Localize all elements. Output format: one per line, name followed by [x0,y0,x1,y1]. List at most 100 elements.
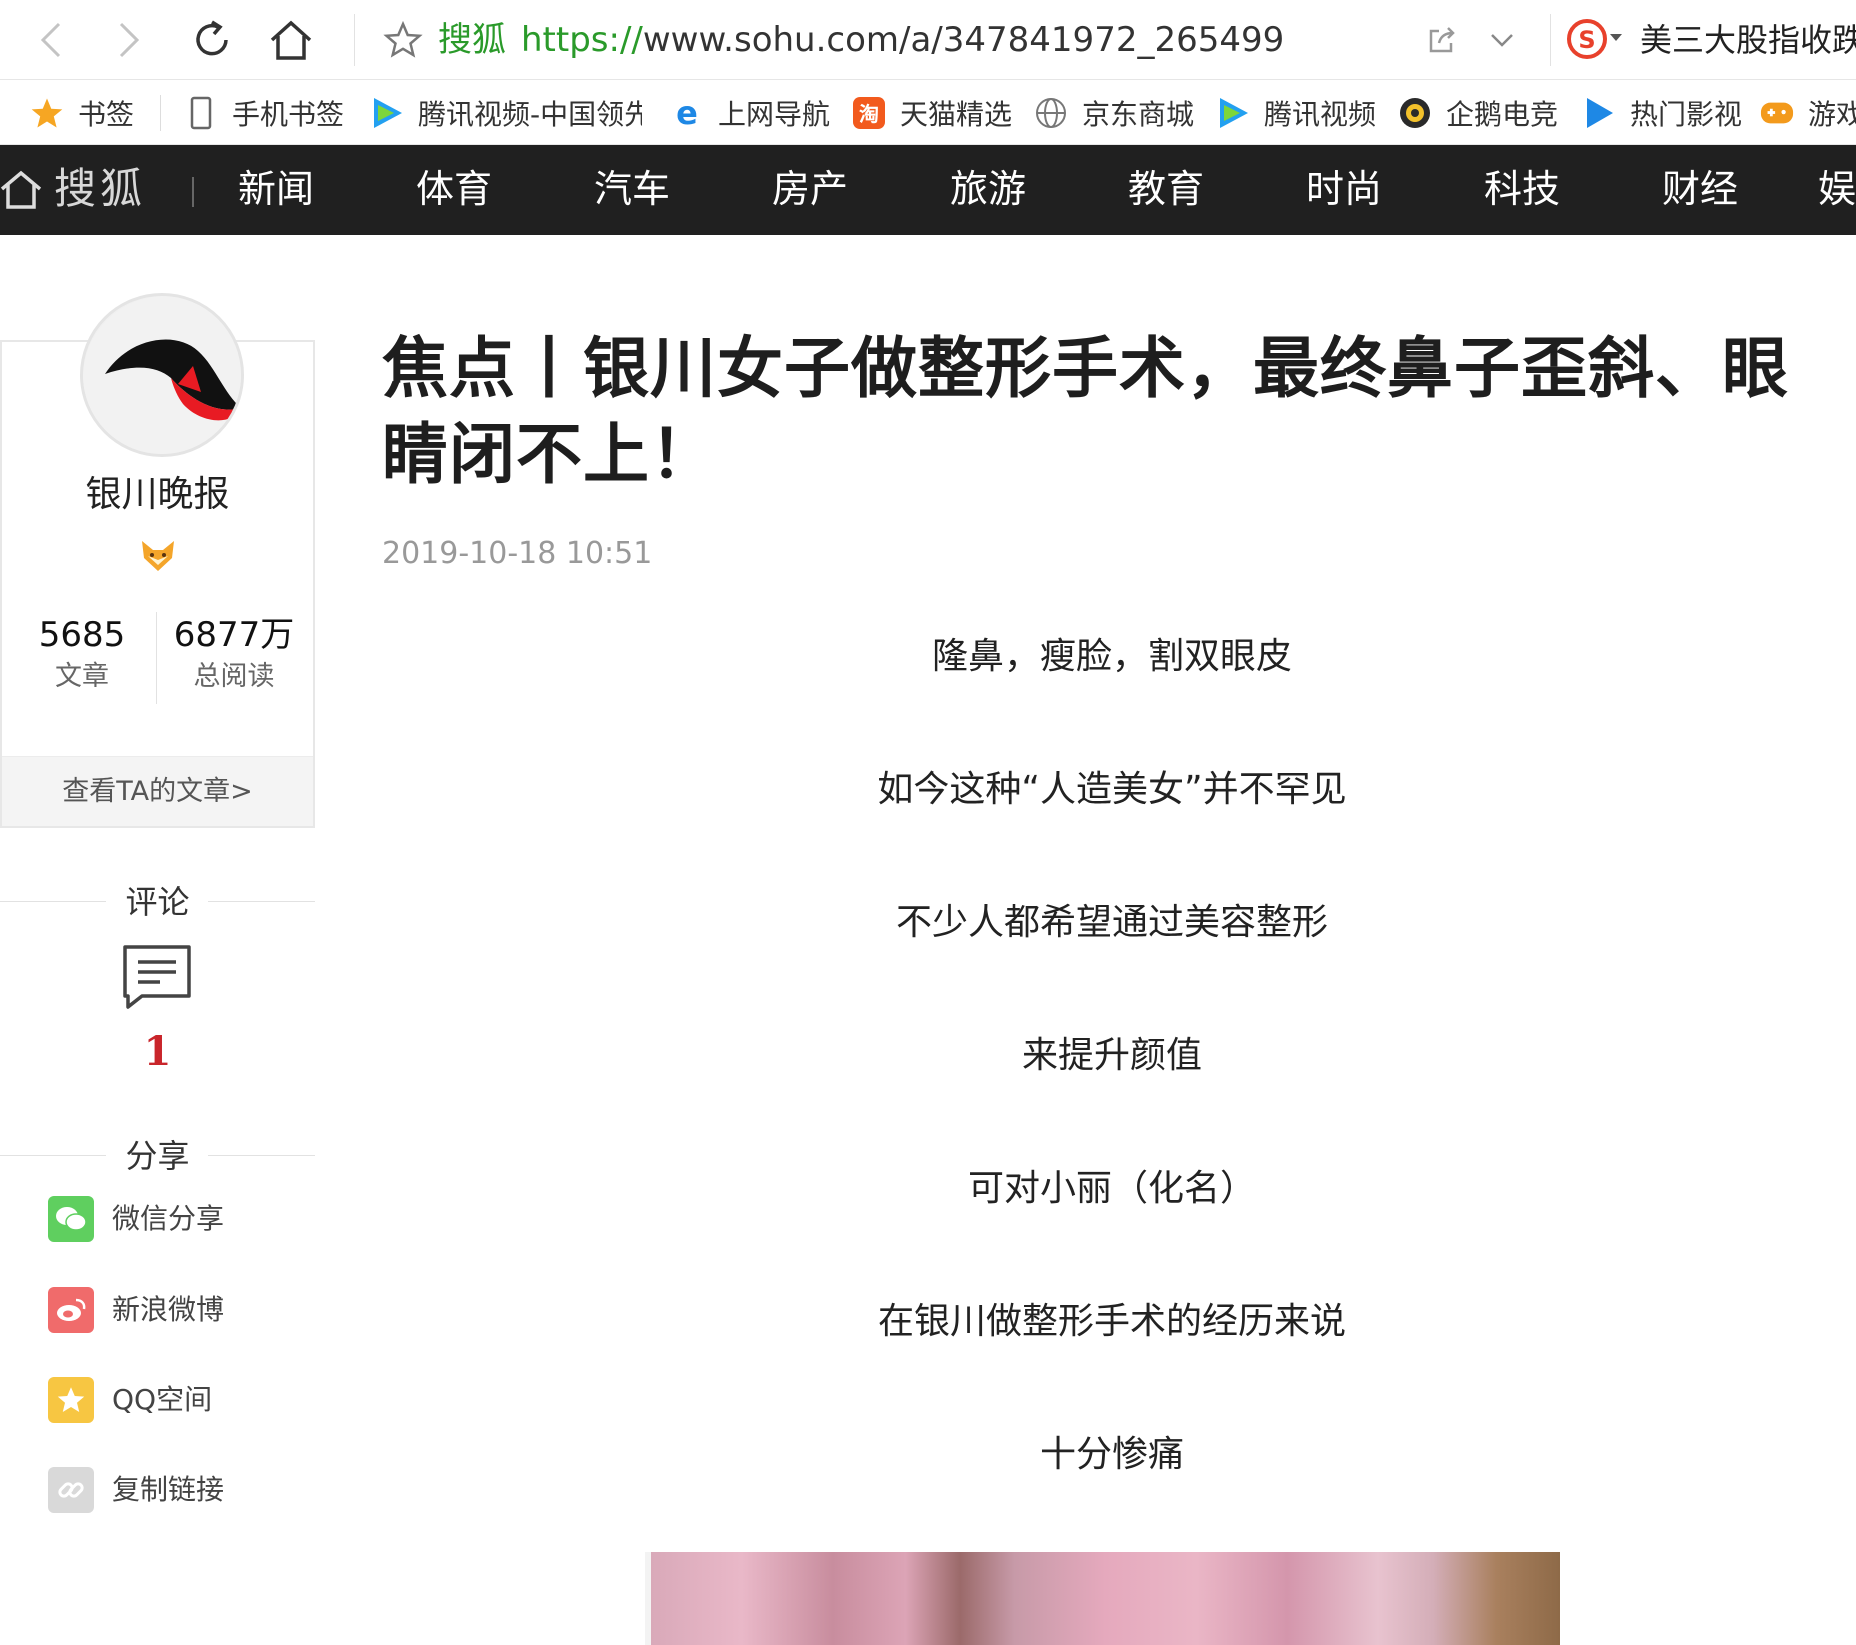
comment-count[interactable]: 1 [0,1024,315,1080]
share-section-header: 分享 [0,1131,315,1181]
nav-item-auto[interactable]: 汽车 [572,159,692,219]
url-protocol: https:// [521,20,643,60]
share-weibo-button[interactable]: 新浪微博 [48,1287,224,1333]
weibo-icon [48,1287,94,1333]
article-paragraph: 来提升颜值 [1021,1035,1202,1076]
article-paragraph: 隆鼻，瘦脸，割双眼皮 [931,636,1292,677]
wechat-icon [48,1196,94,1242]
bookmark-item[interactable]: e 上网导航 [670,81,831,144]
comments-section-header: 评论 [0,877,315,927]
share-label: 微信分享 [112,1202,225,1235]
forward-icon[interactable] [102,12,158,68]
bookmark-item[interactable]: 书签 [30,81,135,144]
svg-text:S: S [1578,26,1595,54]
sogou-search-icon[interactable]: S [1566,18,1608,60]
share-page-icon[interactable] [1414,12,1470,68]
article-paragraph: 不少人都希望通过美容整形 [895,902,1328,943]
penguin-esports-icon [1398,96,1432,130]
home-icon[interactable] [0,167,46,213]
bookmark-item[interactable]: 企鹅电竞 [1398,81,1559,144]
bookmark-label: 天猫精选 [900,98,1013,131]
bookmark-item[interactable]: 腾讯视频-中国领先 [370,81,642,144]
nav-item-entertainment[interactable]: 娱 [1818,159,1856,219]
comment-icon[interactable] [122,944,192,1010]
hot-search-text[interactable]: 美三大股指收跌 [1640,18,1856,62]
phone-icon [184,96,218,130]
articles-label: 文章 [55,661,109,692]
bookmark-label: 腾讯视频 [1264,98,1377,131]
reads-count: 6877万 [173,615,295,655]
article-paragraph: 在银川做整形手术的经历来说 [877,1301,1346,1342]
svg-text:淘: 淘 [859,102,879,126]
nav-item-tech[interactable]: 科技 [1462,159,1582,219]
author-name[interactable]: 银川晚报 [0,470,315,520]
link-icon [48,1467,94,1513]
bookmark-item[interactable]: 腾讯视频 [1216,81,1377,144]
bookmark-item[interactable]: 手机书签 [184,81,345,144]
nav-item-news[interactable]: 新闻 [216,159,336,219]
address-separator [1550,14,1551,66]
comments-title: 评论 [125,883,190,921]
nav-item-sports[interactable]: 体育 [394,159,514,219]
globe-icon [1034,96,1068,130]
share-wechat-button[interactable]: 微信分享 [48,1196,224,1242]
bookmark-label: 京东商城 [1082,98,1195,131]
url-field[interactable]: https://www.sohu.com/a/347841972_265499 [521,18,1284,62]
sohu-logo[interactable]: 搜狐 [54,159,146,219]
articles-stat: 5685 文章 [4,612,160,696]
tencent-video-icon [370,96,404,130]
share-label: QQ空间 [112,1383,213,1416]
taobao-icon: 淘 [852,96,886,130]
article-paragraph: 如今这种“人造美女”并不罕见 [877,769,1347,810]
nav-item-travel[interactable]: 旅游 [928,159,1048,219]
play-icon [1582,96,1616,130]
fox-badge-icon [142,541,174,571]
nav-item-fashion[interactable]: 时尚 [1284,159,1404,219]
share-title: 分享 [125,1137,190,1175]
reads-label: 总阅读 [193,661,275,692]
articles-count: 5685 [38,615,126,655]
tencent-video-icon [1216,96,1250,130]
bookmark-label: 企鹅电竞 [1446,98,1559,131]
copy-link-button[interactable]: 复制链接 [48,1467,224,1513]
reads-stat: 6877万 总阅读 [156,612,312,696]
nav-item-house[interactable]: 房产 [750,159,870,219]
site-name: 搜狐 [438,20,506,60]
svg-text:e: e [676,96,698,130]
refresh-icon[interactable] [184,12,240,68]
bookmark-label: 上网导航 [718,98,831,131]
home-icon[interactable] [263,12,319,68]
bookmark-label: 游戏 [1808,98,1856,131]
back-icon[interactable] [22,12,78,68]
address-separator [354,14,355,66]
bookmarks-separator [160,95,161,131]
bookmark-item[interactable]: 游戏 [1760,81,1856,144]
chevron-down-icon[interactable] [1474,12,1530,68]
bookmark-star-icon[interactable] [375,12,431,68]
bookmark-label: 热门影视 [1630,98,1743,131]
article-date: 2019-10-18 10:51 [382,536,653,571]
nav-separator [192,177,194,207]
bookmark-item[interactable]: 京东商城 [1034,81,1195,144]
search-engine-dropdown-icon[interactable] [1610,34,1622,41]
view-author-articles-link[interactable]: 查看TA的文章> [2,756,313,826]
share-qzone-button[interactable]: QQ空间 [48,1377,212,1423]
star-icon [30,96,64,130]
article-paragraph: 十分惨痛 [1039,1434,1184,1475]
nav-item-education[interactable]: 教育 [1106,159,1226,219]
url-path: www.sohu.com/a/347841972_265499 [642,20,1285,60]
bookmark-item[interactable]: 淘 天猫精选 [852,81,1013,144]
article-image [645,1552,1560,1645]
blurred-photo [651,1552,1560,1645]
address-bar: 搜狐 https://www.sohu.com/a/347841972_2654… [0,0,1856,80]
bookmark-label: 腾讯视频-中国领先 [418,98,642,131]
avatar[interactable] [80,293,244,457]
qzone-icon [48,1377,94,1423]
nav-item-finance[interactable]: 财经 [1640,159,1760,219]
bookmarks-bar: 书签 手机书签 腾讯视频-中国领先 e 上网导航 淘 天猫精选 京东商城 腾讯视… [0,81,1856,145]
bookmark-item[interactable]: 热门影视 [1582,81,1743,144]
share-label: 新浪微博 [112,1293,225,1326]
bookmark-label: 手机书签 [232,98,345,131]
bookmark-label: 书签 [78,98,135,131]
share-label: 复制链接 [112,1473,225,1506]
